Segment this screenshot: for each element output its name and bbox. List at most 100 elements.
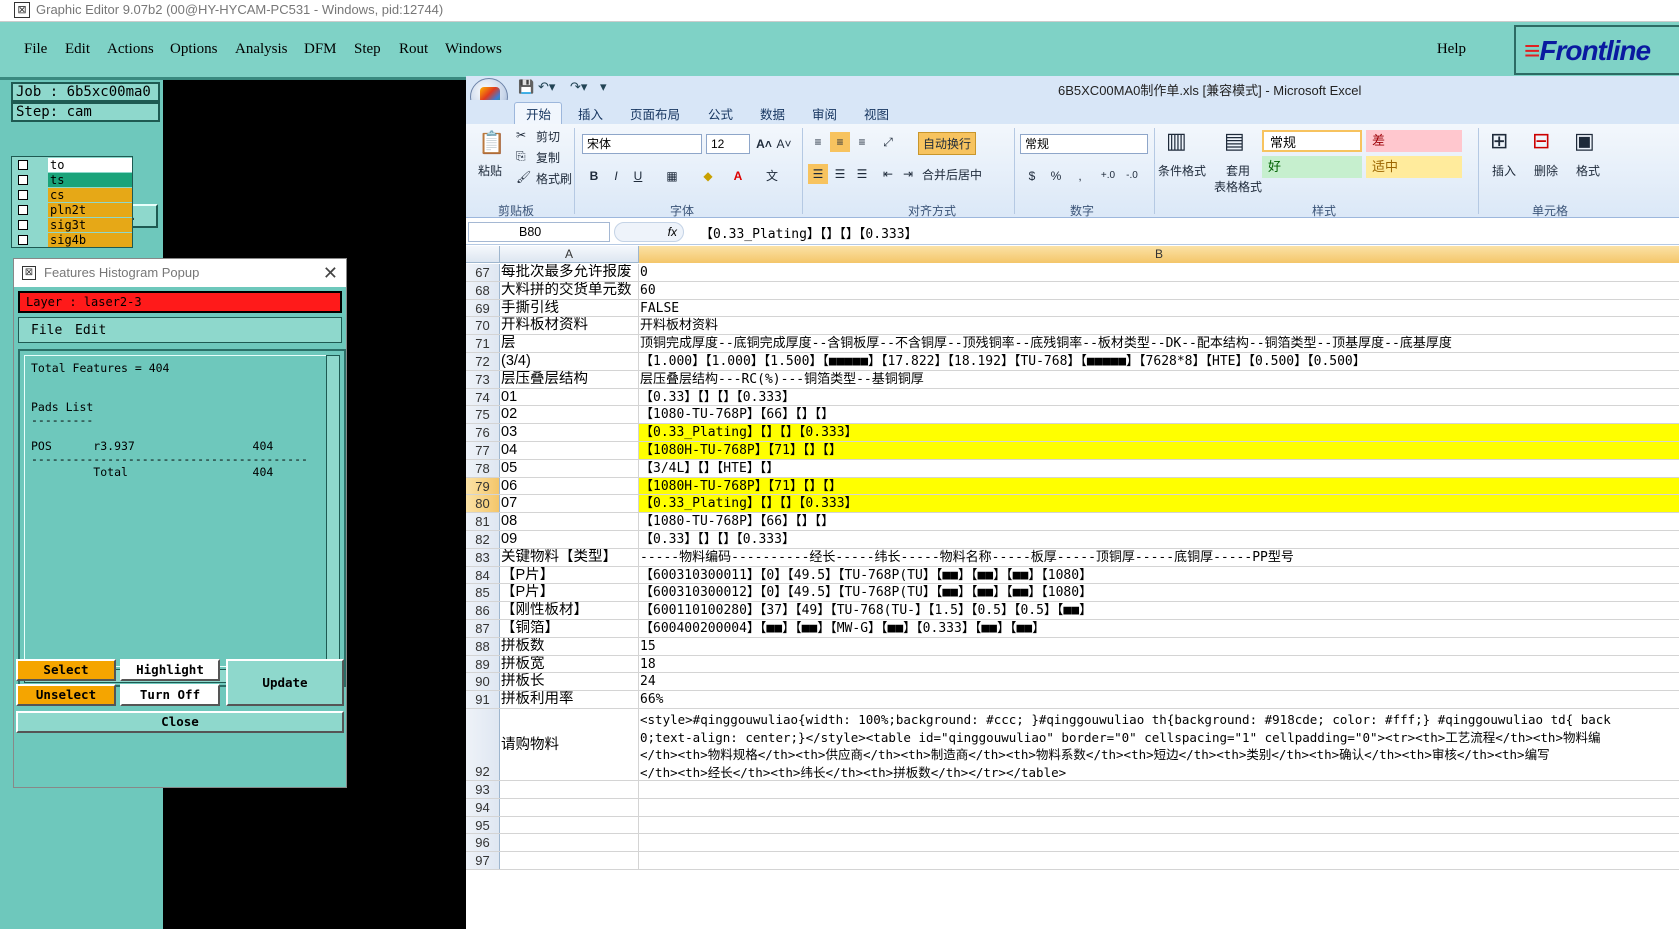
- layer-checkbox[interactable]: [18, 160, 28, 170]
- cell-a[interactable]: 【P片】: [500, 566, 639, 584]
- format-cells-button[interactable]: 格式: [1576, 162, 1600, 179]
- row-number[interactable]: 80: [466, 495, 500, 513]
- cell-b[interactable]: 层压叠层结构---RC(%)---铜箔类型--基铜铜厚: [639, 371, 1679, 388]
- row-number[interactable]: 84: [466, 566, 500, 584]
- percent-icon[interactable]: %: [1046, 166, 1066, 186]
- align-bottom-icon[interactable]: ≡: [852, 132, 872, 152]
- insert-cells-icon[interactable]: ⊞: [1490, 128, 1508, 154]
- layer-name[interactable]: pln2t: [48, 203, 132, 217]
- cell-a[interactable]: 02: [500, 406, 639, 424]
- font-color-icon[interactable]: A: [728, 166, 748, 186]
- layer-row[interactable]: sig3t: [12, 217, 132, 233]
- tab-formulas[interactable]: 公式: [708, 104, 733, 123]
- row-number[interactable]: 70: [466, 317, 500, 335]
- row-number[interactable]: 77: [466, 442, 500, 459]
- layer-row[interactable]: to: [12, 157, 132, 173]
- row-number[interactable]: 73: [466, 370, 500, 388]
- menu-dfm[interactable]: DFM: [304, 41, 337, 58]
- font-name-box[interactable]: 宋体: [582, 134, 702, 154]
- comma-icon[interactable]: ,: [1070, 166, 1090, 186]
- column-header-a[interactable]: A: [500, 246, 639, 263]
- cell-a[interactable]: 07: [500, 495, 639, 513]
- row-number[interactable]: 95: [466, 816, 500, 834]
- row-number[interactable]: 82: [466, 531, 500, 548]
- copy-icon[interactable]: ⎘: [516, 149, 526, 164]
- row-number[interactable]: 76: [466, 424, 500, 441]
- cell-b[interactable]: [639, 852, 1679, 869]
- cell-a[interactable]: 每批次最多允许报废: [500, 264, 639, 281]
- cell-a[interactable]: (3/4): [500, 353, 639, 370]
- cell-a[interactable]: [500, 816, 639, 834]
- bold-icon[interactable]: B: [584, 166, 604, 186]
- layer-name[interactable]: sig3t: [48, 218, 132, 232]
- delete-cells-icon[interactable]: ⊟: [1532, 128, 1550, 154]
- customize-qat-icon[interactable]: ▾: [600, 79, 607, 95]
- cell-b[interactable]: 【1080H-TU-768P】【71】【】【】: [639, 442, 1679, 459]
- cell-b[interactable]: 【1.000】【1.000】【1.500】【■■■■■】【17.822】【18.…: [639, 353, 1679, 370]
- cell-a[interactable]: 09: [500, 531, 639, 548]
- row-number[interactable]: 96: [466, 834, 500, 852]
- tab-view[interactable]: 视图: [864, 104, 889, 123]
- menu-edit[interactable]: Edit: [65, 41, 90, 58]
- cell-b[interactable]: 66%: [639, 691, 1679, 708]
- cell-a[interactable]: 层压叠层结构: [500, 370, 639, 388]
- row-number[interactable]: 81: [466, 513, 500, 530]
- underline-icon[interactable]: U: [628, 166, 648, 186]
- cell-b[interactable]: 开料板材资料: [639, 317, 1679, 334]
- increase-decimal-icon[interactable]: +.0: [1098, 166, 1118, 186]
- popup-menu-file[interactable]: File: [31, 323, 62, 338]
- row-number[interactable]: 83: [466, 548, 500, 566]
- row-number[interactable]: 92: [466, 709, 500, 780]
- cut-icon[interactable]: ✂: [516, 128, 526, 142]
- cell-a[interactable]: 08: [500, 513, 639, 530]
- tab-page-layout[interactable]: 页面布局: [630, 104, 680, 123]
- layer-name[interactable]: sig4b: [48, 233, 132, 247]
- name-box[interactable]: B80: [468, 222, 610, 242]
- italic-icon[interactable]: I: [606, 166, 626, 186]
- layer-name[interactable]: ts: [48, 173, 132, 187]
- layer-checkbox[interactable]: [18, 205, 28, 215]
- shrink-font-icon[interactable]: A˅: [774, 134, 794, 154]
- cell-a[interactable]: 03: [500, 424, 639, 441]
- save-icon[interactable]: 💾: [518, 79, 534, 95]
- align-right-icon[interactable]: ☰: [852, 164, 872, 184]
- cell-a[interactable]: [500, 781, 639, 798]
- select-button[interactable]: Select: [16, 659, 116, 681]
- cell-b[interactable]: 18: [639, 656, 1679, 673]
- cell-b[interactable]: 【600310300012】【0】【49.5】【TU-768P(TU】【■■】【…: [639, 584, 1679, 601]
- border-icon[interactable]: ▦: [662, 166, 682, 186]
- layer-name[interactable]: cs: [48, 188, 132, 202]
- undo-icon[interactable]: ↶▾: [538, 79, 555, 95]
- cell-a[interactable]: 拼板利用率: [500, 691, 639, 708]
- cell-a[interactable]: 关键物料【类型】: [500, 548, 639, 566]
- cell-a[interactable]: 拼板数: [500, 637, 639, 655]
- cell-a[interactable]: 【P片】: [500, 584, 639, 602]
- decrease-indent-icon[interactable]: ⇤: [878, 164, 898, 184]
- row-number[interactable]: 94: [466, 798, 500, 816]
- tab-review[interactable]: 审阅: [812, 104, 837, 123]
- layer-checkbox[interactable]: [18, 190, 28, 200]
- phonetic-icon[interactable]: 文: [762, 166, 782, 186]
- align-left-icon[interactable]: ☰: [808, 164, 828, 184]
- row-number[interactable]: 91: [466, 691, 500, 708]
- row-number[interactable]: 67: [466, 264, 500, 281]
- format-table-icon[interactable]: ▤: [1224, 128, 1245, 154]
- orientation-icon[interactable]: ⤢: [878, 132, 898, 152]
- cell-a[interactable]: [500, 834, 639, 852]
- cell-b[interactable]: 【0.33】【】【】【0.333】: [639, 531, 1679, 548]
- cell-b[interactable]: 【0.33_Plating】【】【】【0.333】: [639, 424, 1679, 441]
- cell-a[interactable]: 04: [500, 442, 639, 459]
- row-number[interactable]: 75: [466, 406, 500, 424]
- cell-b[interactable]: 【0.33_Plating】【】【】【0.333】: [639, 495, 1679, 513]
- menu-step[interactable]: Step: [354, 41, 381, 58]
- menu-analysis[interactable]: Analysis: [235, 41, 288, 58]
- number-format-box[interactable]: 常规: [1020, 134, 1148, 154]
- row-number[interactable]: 78: [466, 459, 500, 477]
- cell-a[interactable]: 拼板宽: [500, 655, 639, 673]
- formula-content[interactable]: 【0.33_Plating】【】【】【0.333】: [700, 223, 918, 242]
- tab-insert[interactable]: 插入: [578, 104, 603, 123]
- row-number[interactable]: 71: [466, 335, 500, 352]
- cell-a[interactable]: 手撕引线: [500, 299, 639, 317]
- cell-b[interactable]: 【600310300011】【0】【49.5】【TU-768P(TU】【■■】【…: [639, 567, 1679, 584]
- cell-b[interactable]: -----物料编码----------经长-----纬长-----物料名称---…: [639, 549, 1679, 566]
